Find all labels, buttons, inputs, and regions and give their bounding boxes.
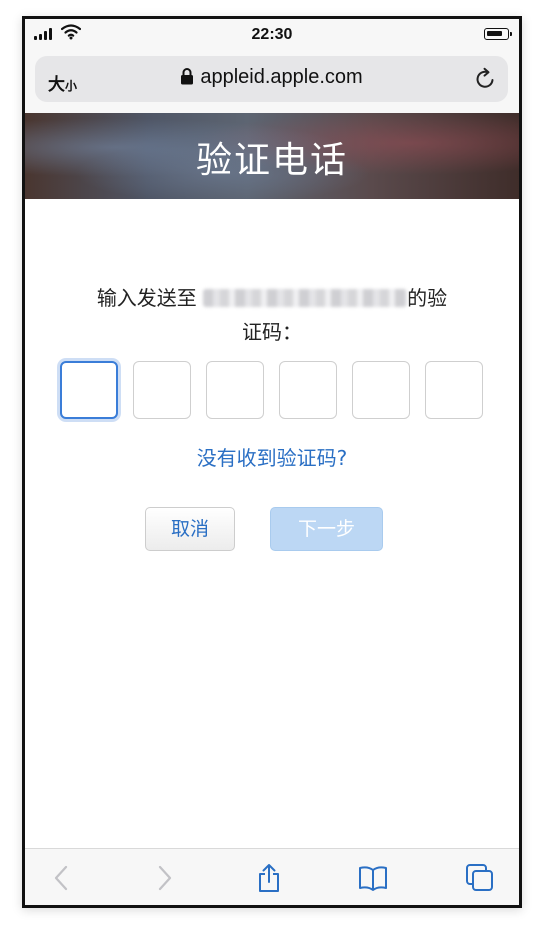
code-digit-6[interactable]: [425, 361, 483, 419]
prompt-text-start: 输入发送至: [96, 286, 197, 310]
share-icon[interactable]: [254, 863, 284, 893]
masked-phone-number: [203, 289, 408, 307]
verification-code-inputs: [60, 361, 484, 421]
next-button[interactable]: 下一步: [270, 507, 383, 551]
battery-icon: [484, 28, 512, 40]
verification-prompt: 输入发送至 的验 证码：: [75, 281, 469, 349]
browser-address-bar: 大小 appleid.apple.com: [25, 53, 519, 113]
status-time: 22:30: [251, 26, 293, 43]
forward-icon[interactable]: [149, 863, 179, 893]
url-text: appleid.apple.com: [200, 66, 363, 88]
code-digit-3[interactable]: [206, 361, 264, 419]
reload-icon[interactable]: [473, 67, 497, 91]
resend-code-link[interactable]: 没有收到验证码?: [25, 442, 519, 471]
url-field[interactable]: 大小 appleid.apple.com: [35, 56, 508, 102]
prompt-text-end: 的验: [407, 286, 448, 310]
bookmarks-icon[interactable]: [358, 863, 388, 893]
back-icon[interactable]: [47, 863, 77, 893]
cancel-button[interactable]: 取消: [145, 507, 235, 551]
code-digit-5[interactable]: [352, 361, 410, 419]
page-title: 验证电话: [195, 140, 348, 181]
url-display[interactable]: appleid.apple.com: [35, 66, 508, 89]
lock-icon: [181, 68, 194, 85]
code-digit-4[interactable]: [279, 361, 337, 419]
status-bar: 22:30: [25, 19, 519, 53]
code-digit-1[interactable]: [60, 361, 118, 419]
tabs-icon[interactable]: [465, 863, 495, 893]
code-digit-2[interactable]: [133, 361, 191, 419]
phone-screen: 22:30 大小 appleid.apple.com 验证电话 输入发送至 的验…: [22, 16, 522, 908]
prompt-text-line2: 证码：: [242, 320, 302, 344]
browser-toolbar: [25, 848, 519, 905]
hero-banner: 验证电话: [25, 113, 519, 199]
